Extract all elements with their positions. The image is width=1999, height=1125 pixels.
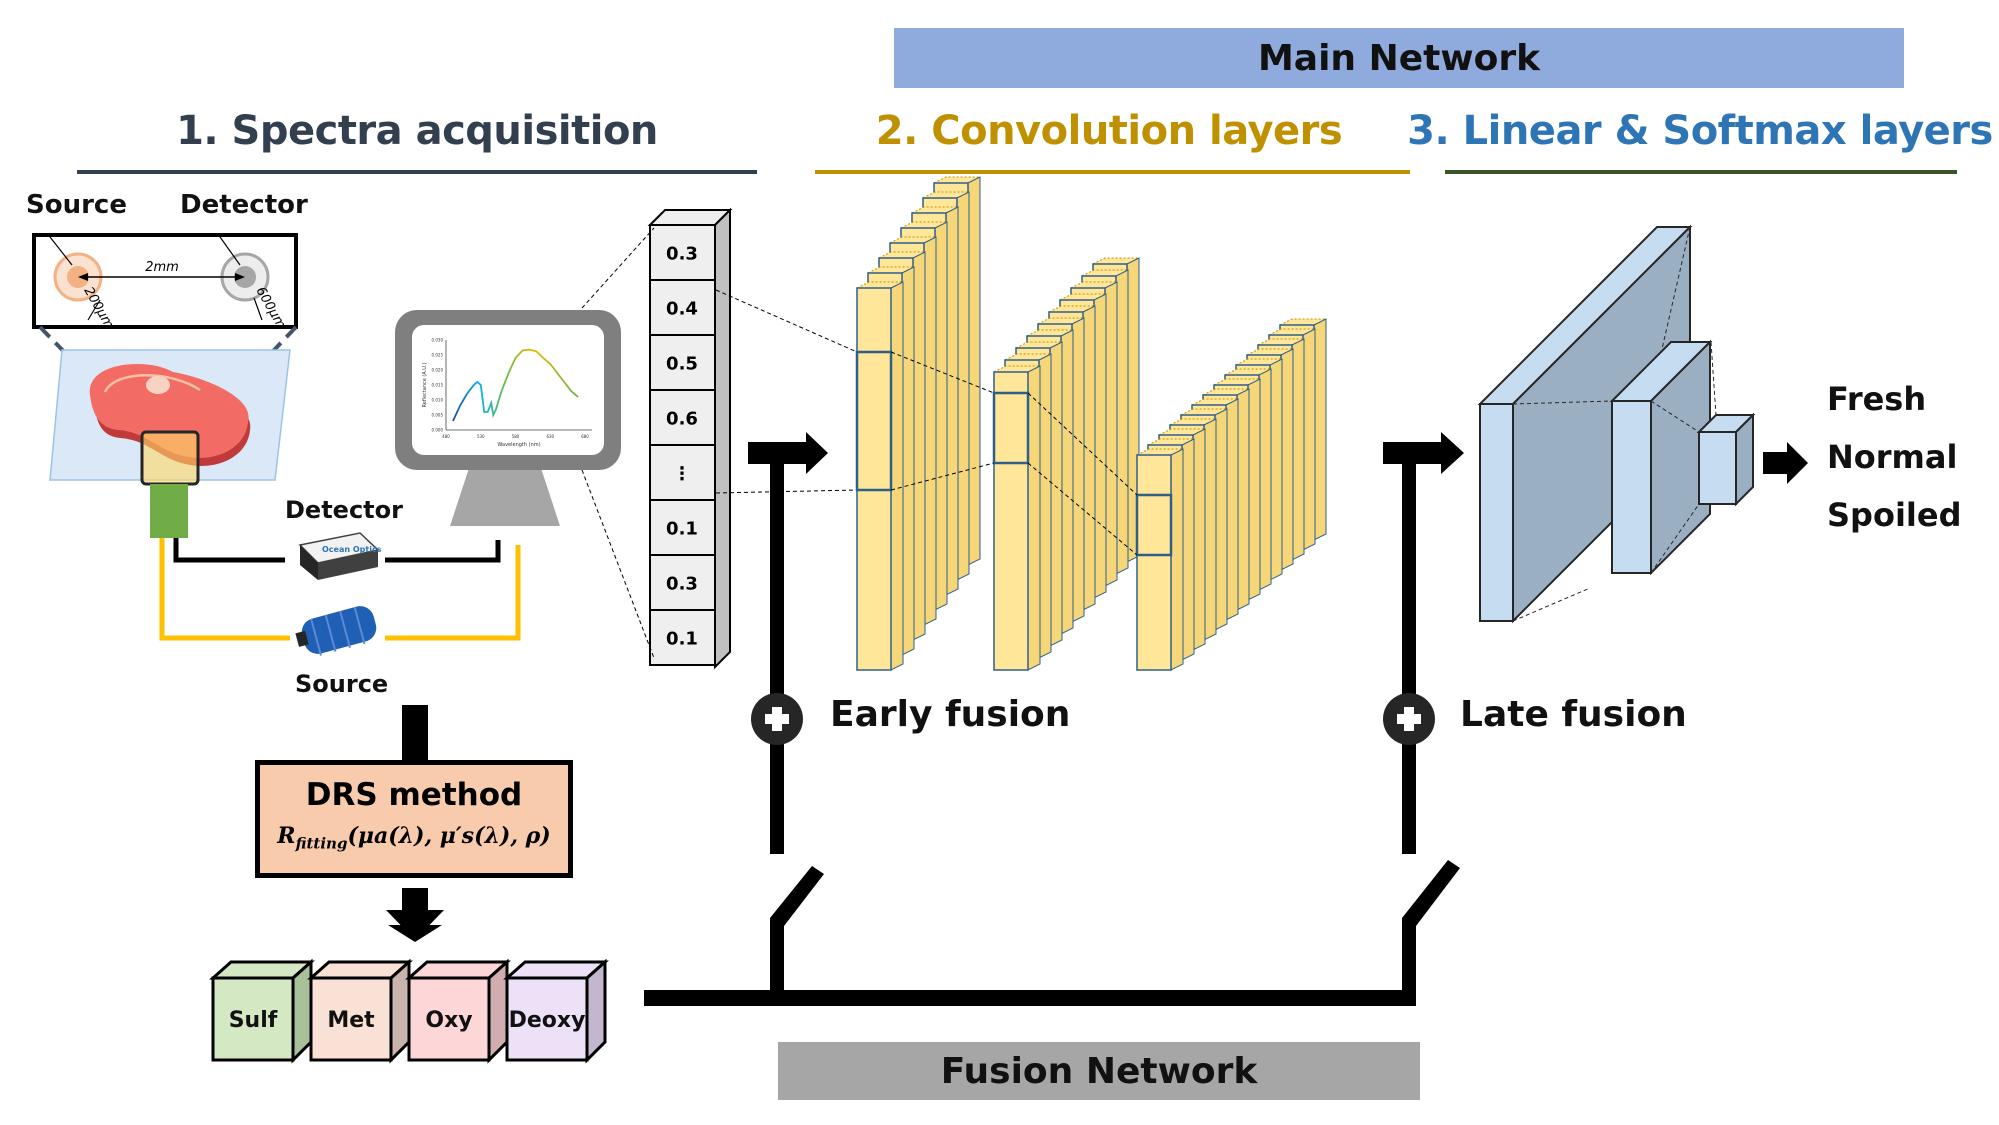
conv-slice-side xyxy=(1247,378,1261,601)
late-fusion-line xyxy=(1402,442,1416,854)
conv-slice xyxy=(856,287,892,671)
conv-slice-side xyxy=(956,191,970,581)
conv-slice-side xyxy=(1049,341,1063,647)
conv-slice-side xyxy=(1258,368,1272,591)
fc-layer xyxy=(1479,403,1514,622)
conv-slice-side xyxy=(1181,438,1195,661)
conv-slice-side xyxy=(1038,353,1052,659)
conv-slice-side xyxy=(934,221,948,611)
early-fusion-line xyxy=(770,442,784,854)
conv-slice-side xyxy=(1269,358,1283,581)
late-fusion-switch[interactable] xyxy=(1402,860,1460,995)
conv-slice-side xyxy=(1115,269,1129,575)
output-class-fresh: Fresh xyxy=(1827,380,1927,418)
output-class-spoiled: Spoiled xyxy=(1827,496,1962,534)
conv-slice-side xyxy=(890,281,904,671)
fc-layer xyxy=(1698,431,1737,505)
output-arrow-head xyxy=(1441,432,1464,474)
conv-slice-side xyxy=(901,266,915,656)
conv-slice-side xyxy=(1093,293,1107,599)
late-fusion-label: Late fusion xyxy=(1460,694,1687,735)
conv-slice-side xyxy=(1071,317,1085,623)
output-class-normal: Normal xyxy=(1827,438,1958,476)
conv-slice xyxy=(1136,454,1172,671)
conv-slice-side xyxy=(1236,388,1250,611)
conv-slice xyxy=(993,371,1029,671)
early-fusion-switch[interactable] xyxy=(770,866,824,995)
input-arrow-head xyxy=(806,432,828,474)
softmax-arrow-shaft xyxy=(1763,452,1789,474)
fusion-bus-line xyxy=(644,990,1416,1006)
conv-slice-side xyxy=(1203,418,1217,641)
network-diagram xyxy=(581,176,1808,1006)
conv-slice-side xyxy=(1214,408,1228,631)
conv-slice-side xyxy=(1302,328,1316,551)
conv-slice-side xyxy=(912,251,926,641)
conv-slice-side xyxy=(1291,338,1305,561)
conv-slice-side xyxy=(1082,305,1096,611)
conv-slice-side xyxy=(1225,398,1239,621)
conv-slice-side xyxy=(1027,365,1041,671)
conv-slice-side xyxy=(1192,428,1206,651)
conv-slice-side xyxy=(945,206,959,596)
conv-slice-side xyxy=(1313,318,1327,541)
conv-slice-side xyxy=(967,176,981,566)
conv-slice-side xyxy=(1060,329,1074,635)
early-fusion-label: Early fusion xyxy=(830,694,1071,735)
conv-slice-side xyxy=(1104,281,1118,587)
softmax-arrow-head xyxy=(1787,442,1808,484)
conv-slice-side xyxy=(1280,348,1294,571)
fc-layer xyxy=(1611,400,1652,574)
fc-layer-side xyxy=(1735,412,1754,507)
conv-slice-side xyxy=(1170,448,1184,671)
conv-slice-side xyxy=(923,236,937,626)
